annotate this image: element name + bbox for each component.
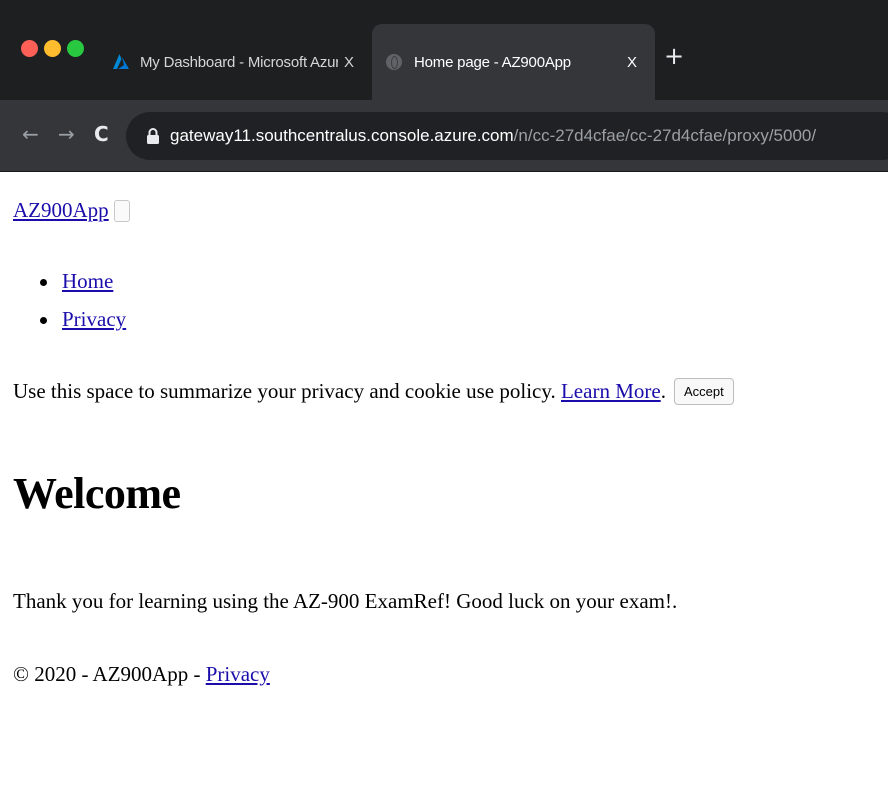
tab-close-icon[interactable]: X [621, 54, 643, 71]
nav-item-home: Home [39, 268, 126, 306]
window-close-button[interactable] [21, 40, 38, 57]
globe-icon [386, 54, 402, 70]
page-content: AZ900App Home Privacy Use this space to … [0, 172, 888, 799]
navbar-toggler-button[interactable] [113, 199, 130, 222]
forward-arrow-icon[interactable]: → [58, 122, 75, 146]
url-host: gateway11.southcentralus.console.azure.c… [170, 126, 514, 145]
tab-close-icon[interactable]: X [338, 54, 360, 71]
footer-text: © 2020 - AZ900App - [13, 662, 206, 686]
tab-azure-dashboard[interactable]: My Dashboard - Microsoft Azure X [100, 24, 372, 100]
tab-title: My Dashboard - Microsoft Azure [140, 53, 338, 71]
azure-logo-icon [113, 54, 129, 69]
footer: © 2020 - AZ900App - Privacy [13, 662, 270, 687]
tab-title: Home page - AZ900App [414, 53, 571, 71]
footer-privacy-link[interactable]: Privacy [206, 662, 270, 686]
welcome-message: Thank you for learning using the AZ-900 … [13, 589, 678, 613]
learn-more-link[interactable]: Learn More [561, 379, 661, 404]
url-path: /n/cc-27d4cfae/cc-27d4cfae/proxy/5000/ [513, 126, 817, 145]
reload-icon[interactable]: C [94, 122, 109, 146]
browser-toolbar: ← → C gateway11.southcentralus.console.a… [0, 100, 888, 172]
cookie-text: Use this space to summarize your privacy… [13, 379, 556, 403]
window-zoom-button[interactable] [67, 40, 84, 57]
back-arrow-icon[interactable]: ← [22, 122, 39, 146]
cookie-period: . [660, 379, 666, 403]
nav-list: Home Privacy [39, 268, 126, 344]
address-bar[interactable]: gateway11.southcentralus.console.azure.c… [126, 112, 888, 160]
new-tab-button[interactable]: + [664, 44, 684, 68]
tab-home-page[interactable]: Home page - AZ900App X [372, 24, 655, 100]
browser-window: My Dashboard - Microsoft Azure X Home pa… [0, 0, 888, 799]
navbar-brand-row: AZ900App [13, 198, 130, 223]
accept-button[interactable]: Accept [673, 378, 734, 405]
lock-icon [147, 128, 159, 144]
tab-strip: My Dashboard - Microsoft Azure X Home pa… [0, 0, 888, 100]
privacy-link[interactable]: Privacy [62, 307, 126, 331]
page-title: Welcome [13, 469, 181, 518]
window-minimize-button[interactable] [44, 40, 61, 57]
brand-link[interactable]: AZ900App [13, 198, 109, 223]
cookie-consent-banner: Use this space to summarize your privacy… [13, 378, 734, 405]
home-link[interactable]: Home [62, 269, 113, 293]
nav-item-privacy: Privacy [39, 306, 126, 344]
